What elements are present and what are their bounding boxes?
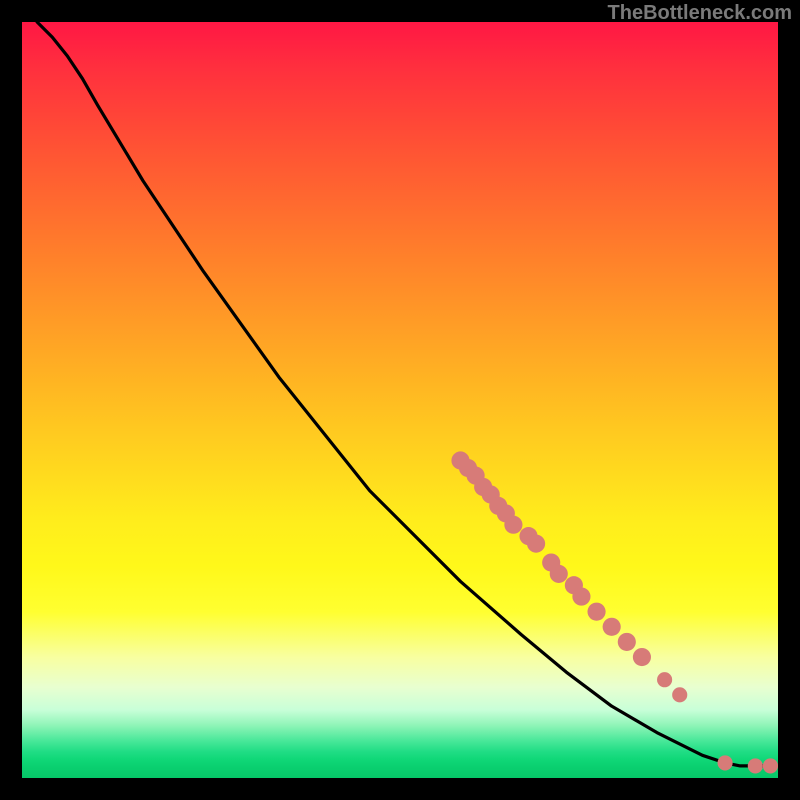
data-point — [603, 618, 621, 636]
main-curve — [37, 22, 770, 766]
data-point — [527, 535, 545, 553]
data-point — [633, 648, 651, 666]
data-point — [572, 587, 590, 605]
watermark-text: TheBottleneck.com — [608, 2, 792, 25]
data-point — [672, 687, 687, 702]
data-points-group — [451, 451, 778, 773]
data-point — [550, 565, 568, 583]
data-point — [618, 633, 636, 651]
data-point — [657, 672, 672, 687]
chart-overlay — [22, 22, 778, 778]
data-point — [763, 758, 778, 773]
data-point — [504, 516, 522, 534]
data-point — [748, 758, 763, 773]
data-point — [587, 603, 605, 621]
chart-stage: TheBottleneck.com — [0, 0, 800, 800]
data-point — [718, 755, 733, 770]
